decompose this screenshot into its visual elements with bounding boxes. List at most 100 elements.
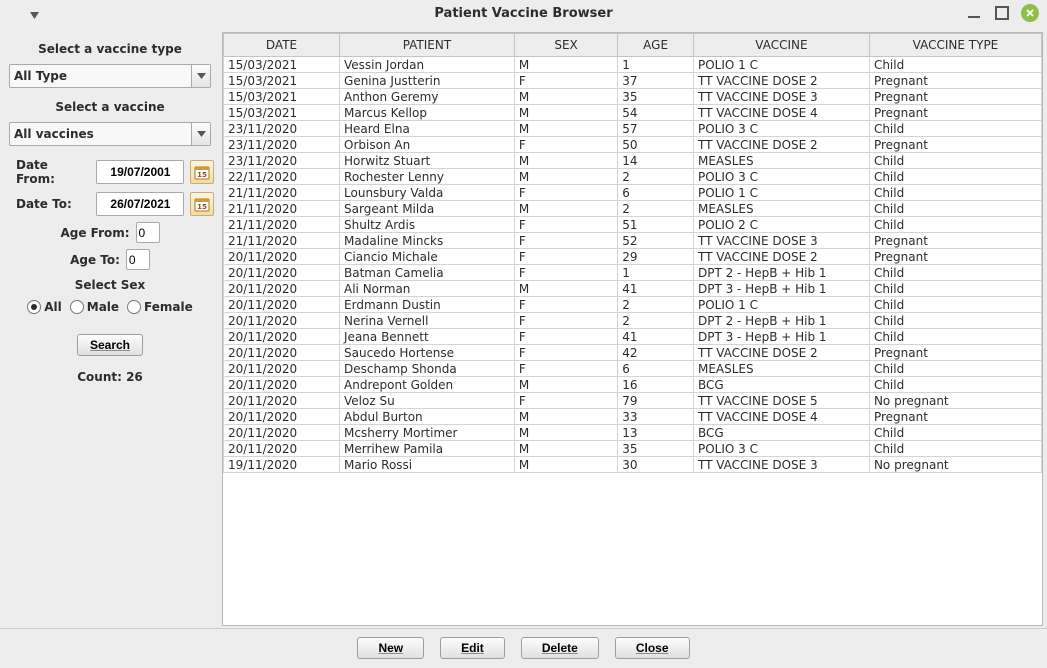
new-button[interactable]: New <box>357 637 424 659</box>
sex-radio-all[interactable]: All <box>27 300 62 314</box>
cell-vaccine: TT VACCINE DOSE 2 <box>693 249 869 265</box>
table-row[interactable]: 23/11/2020Heard ElnaM57POLIO 3 CChild <box>224 121 1042 137</box>
chevron-down-icon[interactable] <box>191 65 210 87</box>
cell-sex: M <box>514 169 617 185</box>
col-header-date[interactable]: DATE <box>224 34 340 57</box>
col-header-vaccine[interactable]: VACCINE <box>693 34 869 57</box>
table-row[interactable]: 20/11/2020Nerina VernellF2DPT 2 - HepB +… <box>224 313 1042 329</box>
cell-date: 19/11/2020 <box>224 457 340 473</box>
cell-sex: M <box>514 105 617 121</box>
table-row[interactable]: 23/11/2020Orbison AnF50TT VACCINE DOSE 2… <box>224 137 1042 153</box>
date-to-calendar-button[interactable]: 15 <box>190 192 214 216</box>
date-from-calendar-button[interactable]: 15 <box>190 160 214 184</box>
table-row[interactable]: 20/11/2020Erdmann DustinF2POLIO 1 CChild <box>224 297 1042 313</box>
cell-age: 1 <box>618 57 694 73</box>
table-row[interactable]: 20/11/2020Andrepont GoldenM16BCGChild <box>224 377 1042 393</box>
cell-patient: Vessin Jordan <box>340 57 515 73</box>
cell-date: 20/11/2020 <box>224 249 340 265</box>
close-button[interactable]: Close <box>615 637 690 659</box>
cell-type: Child <box>869 329 1041 345</box>
cell-patient: Marcus Kellop <box>340 105 515 121</box>
table-row[interactable]: 15/03/2021Marcus KellopM54TT VACCINE DOS… <box>224 105 1042 121</box>
date-from-input[interactable] <box>96 160 184 184</box>
cell-type: Child <box>869 217 1041 233</box>
date-to-input[interactable] <box>96 192 184 216</box>
delete-button[interactable]: Delete <box>521 637 599 659</box>
minimize-button[interactable] <box>965 4 983 22</box>
cell-type: Child <box>869 281 1041 297</box>
cell-vaccine: POLIO 2 C <box>693 217 869 233</box>
cell-age: 52 <box>618 233 694 249</box>
cell-patient: Mario Rossi <box>340 457 515 473</box>
table-row[interactable]: 20/11/2020Ciancio MichaleF29TT VACCINE D… <box>224 249 1042 265</box>
table-row[interactable]: 21/11/2020Shultz ArdisF51POLIO 2 CChild <box>224 217 1042 233</box>
cell-date: 20/11/2020 <box>224 425 340 441</box>
cell-patient: Batman Camelia <box>340 265 515 281</box>
cell-date: 20/11/2020 <box>224 281 340 297</box>
col-header-sex[interactable]: SEX <box>514 34 617 57</box>
cell-vaccine: POLIO 1 C <box>693 57 869 73</box>
vaccine-dropdown[interactable]: All vaccines <box>9 122 211 146</box>
cell-patient: Erdmann Dustin <box>340 297 515 313</box>
table-row[interactable]: 20/11/2020Veloz SuF79TT VACCINE DOSE 5No… <box>224 393 1042 409</box>
cell-age: 57 <box>618 121 694 137</box>
table-row[interactable]: 20/11/2020Saucedo HortenseF42TT VACCINE … <box>224 345 1042 361</box>
age-from-input[interactable] <box>136 222 160 243</box>
cell-type: Pregnant <box>869 105 1041 121</box>
cell-patient: Rochester Lenny <box>340 169 515 185</box>
cell-vaccine: TT VACCINE DOSE 3 <box>693 233 869 249</box>
cell-age: 35 <box>618 89 694 105</box>
age-to-input[interactable] <box>126 249 150 270</box>
col-header-patient[interactable]: PATIENT <box>340 34 515 57</box>
table-row[interactable]: 22/11/2020Rochester LennyM2POLIO 3 CChil… <box>224 169 1042 185</box>
cell-age: 2 <box>618 169 694 185</box>
cell-date: 20/11/2020 <box>224 393 340 409</box>
table-row[interactable]: 20/11/2020Batman CameliaF1DPT 2 - HepB +… <box>224 265 1042 281</box>
table-row[interactable]: 20/11/2020Deschamp ShondaF6MEASLESChild <box>224 361 1042 377</box>
cell-patient: Jeana Bennett <box>340 329 515 345</box>
chevron-down-icon[interactable] <box>191 123 210 145</box>
cell-age: 30 <box>618 457 694 473</box>
svg-text:15: 15 <box>197 203 207 211</box>
sex-radio-female[interactable]: Female <box>127 300 193 314</box>
cell-type: Pregnant <box>869 73 1041 89</box>
results-area: DATE PATIENT SEX AGE VACCINE VACCINE TYP… <box>220 28 1047 628</box>
edit-button[interactable]: Edit <box>440 637 505 659</box>
table-row[interactable]: 20/11/2020Jeana BennettF41DPT 3 - HepB +… <box>224 329 1042 345</box>
results-table-container[interactable]: DATE PATIENT SEX AGE VACCINE VACCINE TYP… <box>222 32 1043 626</box>
cell-date: 23/11/2020 <box>224 153 340 169</box>
table-row[interactable]: 21/11/2020Sargeant MildaM2MEASLESChild <box>224 201 1042 217</box>
cell-sex: F <box>514 313 617 329</box>
table-row[interactable]: 21/11/2020Lounsbury ValdaF6POLIO 1 CChil… <box>224 185 1042 201</box>
table-row[interactable]: 19/11/2020Mario RossiM30TT VACCINE DOSE … <box>224 457 1042 473</box>
cell-vaccine: POLIO 3 C <box>693 121 869 137</box>
sex-radio-male[interactable]: Male <box>70 300 119 314</box>
vaccine-type-dropdown[interactable]: All Type <box>9 64 211 88</box>
cell-date: 21/11/2020 <box>224 201 340 217</box>
cell-date: 20/11/2020 <box>224 361 340 377</box>
cell-sex: F <box>514 265 617 281</box>
table-row[interactable]: 15/03/2021Anthon GeremyM35TT VACCINE DOS… <box>224 89 1042 105</box>
maximize-button[interactable] <box>993 4 1011 22</box>
cell-date: 20/11/2020 <box>224 329 340 345</box>
table-row[interactable]: 20/11/2020Abdul BurtonM33TT VACCINE DOSE… <box>224 409 1042 425</box>
cell-type: Child <box>869 185 1041 201</box>
cell-type: Child <box>869 361 1041 377</box>
table-row[interactable]: 21/11/2020Madaline MincksF52TT VACCINE D… <box>224 233 1042 249</box>
cell-patient: Ciancio Michale <box>340 249 515 265</box>
table-row[interactable]: 20/11/2020Merrihew PamilaM35POLIO 3 CChi… <box>224 441 1042 457</box>
col-header-vaccine-type[interactable]: VACCINE TYPE <box>869 34 1041 57</box>
table-row[interactable]: 15/03/2021Vessin JordanM1POLIO 1 CChild <box>224 57 1042 73</box>
cell-sex: M <box>514 441 617 457</box>
cell-age: 13 <box>618 425 694 441</box>
table-row[interactable]: 20/11/2020Mcsherry MortimerM13BCGChild <box>224 425 1042 441</box>
col-header-age[interactable]: AGE <box>618 34 694 57</box>
filter-sidebar: Select a vaccine type All Type Select a … <box>0 28 220 628</box>
search-button[interactable]: Search <box>77 334 143 356</box>
table-row[interactable]: 15/03/2021Genina JustterinF37TT VACCINE … <box>224 73 1042 89</box>
cell-age: 14 <box>618 153 694 169</box>
close-window-button[interactable] <box>1021 4 1039 22</box>
cell-vaccine: TT VACCINE DOSE 2 <box>693 73 869 89</box>
table-row[interactable]: 20/11/2020Ali NormanM41DPT 3 - HepB + Hi… <box>224 281 1042 297</box>
table-row[interactable]: 23/11/2020Horwitz StuartM14MEASLESChild <box>224 153 1042 169</box>
